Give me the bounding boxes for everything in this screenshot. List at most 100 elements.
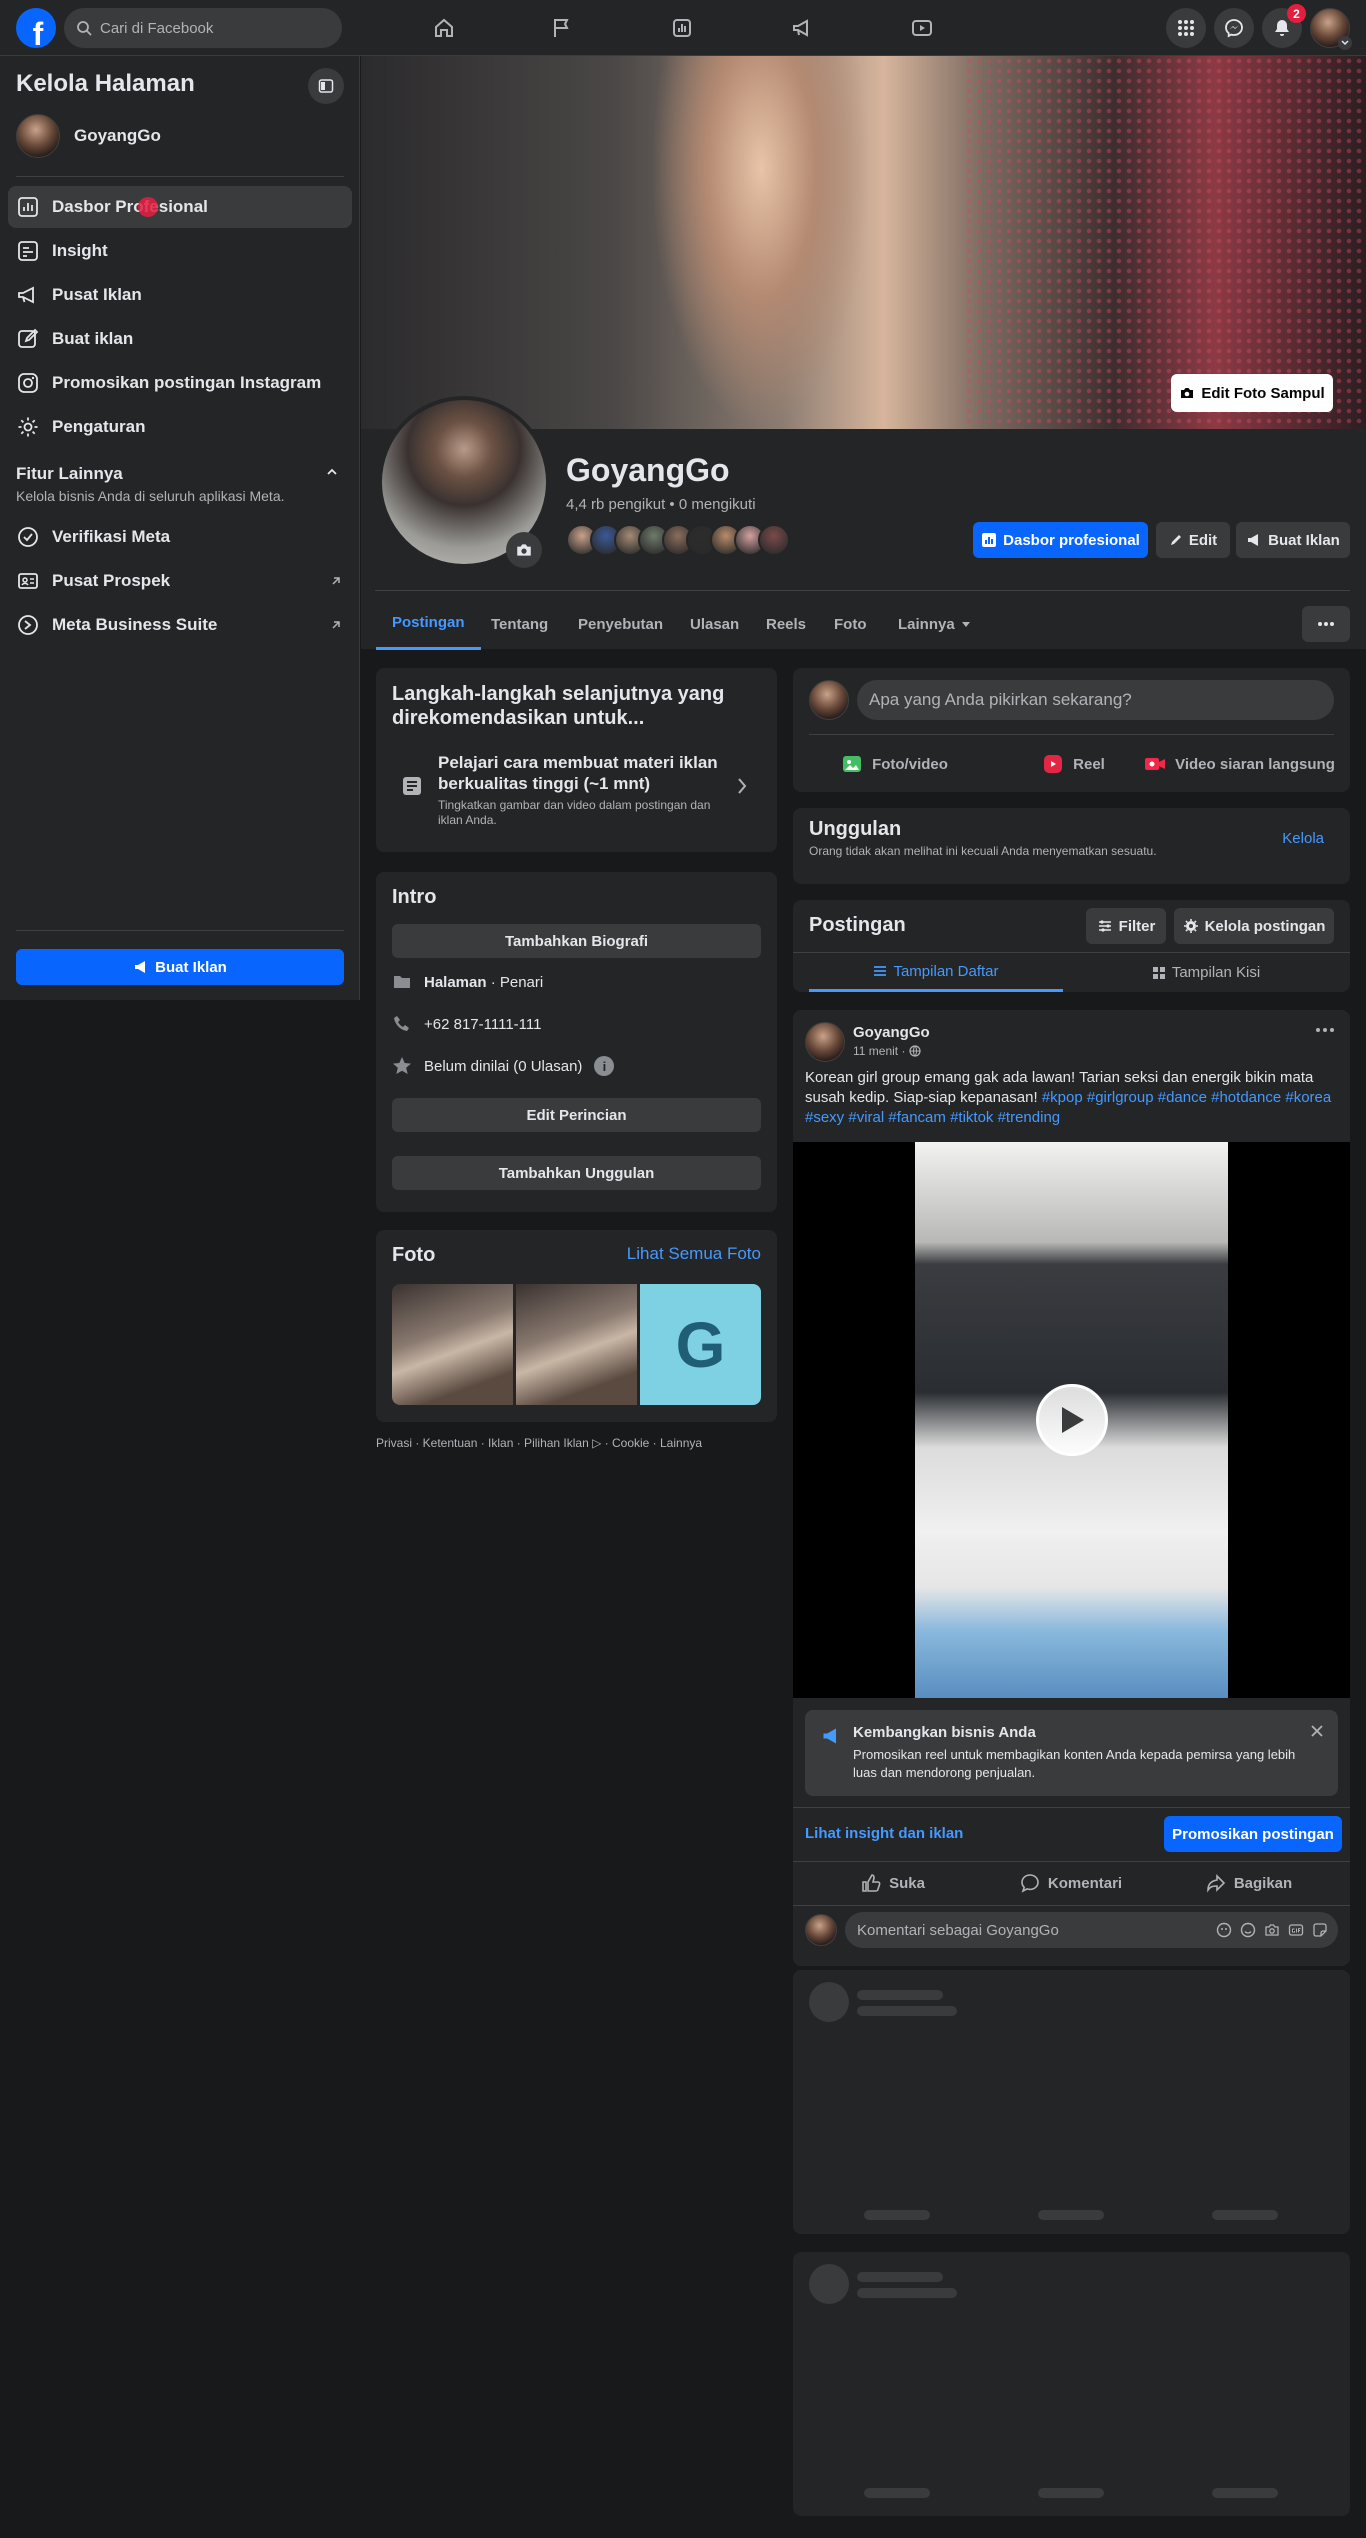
- edit-cover-photo-button[interactable]: Edit Foto Sampul: [1171, 374, 1333, 412]
- create-ad-profile-button[interactable]: Buat Iklan: [1236, 522, 1350, 558]
- photo-thumbnail[interactable]: G: [640, 1284, 761, 1405]
- sidebar-item-meta-verified[interactable]: Verifikasi Meta: [8, 516, 352, 558]
- add-bio-button[interactable]: Tambahkan Biografi: [392, 924, 761, 958]
- filter-button[interactable]: Filter: [1086, 908, 1166, 944]
- follower-avatars[interactable]: [566, 524, 790, 556]
- edit-page-button[interactable]: Edit: [1156, 522, 1230, 558]
- video-tab[interactable]: [870, 8, 974, 48]
- collapse-sidebar-button[interactable]: [308, 68, 344, 104]
- avatar-sticker-icon[interactable]: [1216, 1922, 1232, 1938]
- cover-photo: Edit Foto Sampul: [361, 56, 1366, 429]
- sidebar-item-promote-instagram[interactable]: Promosikan postingan Instagram: [8, 362, 352, 404]
- ads-tab[interactable]: [750, 8, 854, 48]
- featured-title: Unggulan: [809, 818, 902, 840]
- next-steps-item[interactable]: Pelajari cara membuat materi iklan berku…: [384, 748, 769, 838]
- more-features-title: Fitur Lainnya: [16, 464, 123, 483]
- tab-mentions[interactable]: Penyebutan: [562, 598, 679, 650]
- reel-button[interactable]: Reel: [993, 744, 1153, 784]
- play-button[interactable]: [1036, 1384, 1108, 1456]
- post-time[interactable]: 11 menit ·: [853, 1044, 905, 1058]
- loading-post-placeholder: [793, 1970, 1350, 2234]
- photos-card: Foto Lihat Semua Foto G: [376, 1230, 777, 1422]
- manage-posts-button[interactable]: Kelola postingan: [1174, 908, 1334, 944]
- sidebar-title: Kelola Halaman: [16, 70, 195, 97]
- sidebar-item-label: Pusat Prospek: [52, 571, 171, 590]
- gear-icon: [16, 415, 40, 439]
- sidebar-item-lead-center[interactable]: Pusat Prospek: [8, 560, 352, 602]
- sidebar-item-insight[interactable]: Insight: [8, 230, 352, 272]
- gif-icon[interactable]: [1288, 1922, 1304, 1938]
- photo-thumbnail[interactable]: [392, 1284, 513, 1405]
- info-icon[interactable]: i: [594, 1056, 615, 1076]
- sidebar-page-name: GoyangGo: [74, 126, 161, 145]
- facebook-logo[interactable]: f: [16, 8, 56, 48]
- account-menu-chevron-icon[interactable]: [1338, 36, 1352, 50]
- ellipsis-icon: [1318, 622, 1334, 626]
- camera-icon[interactable]: [1264, 1922, 1280, 1938]
- star-icon: [392, 1056, 412, 1076]
- change-profile-picture-button[interactable]: [506, 532, 542, 568]
- pages-tab[interactable]: [510, 8, 614, 48]
- see-all-photos-link[interactable]: Lihat Semua Foto: [627, 1244, 761, 1264]
- composer-avatar[interactable]: [809, 680, 849, 720]
- banner-description: Promosikan reel untuk membagikan konten …: [853, 1747, 1296, 1780]
- post-options-button[interactable]: [1316, 1028, 1334, 1032]
- photo-thumbnail[interactable]: [516, 1284, 637, 1405]
- sidebar-item-create-ad[interactable]: Buat iklan: [8, 318, 352, 360]
- tab-more[interactable]: Lainnya: [882, 598, 987, 650]
- grid-view-tab[interactable]: Tampilan Kisi: [1079, 953, 1333, 992]
- close-icon[interactable]: [1310, 1724, 1324, 1738]
- follower-stats[interactable]: 4,4 rb pengikut • 0 mengikuti: [566, 496, 756, 513]
- skeleton-line: [857, 2272, 943, 2282]
- list-view-tab[interactable]: Tampilan Daftar: [809, 953, 1063, 992]
- post-text: Korean girl group emang gak ada lawan! T…: [805, 1069, 1332, 1126]
- sidebar-item-settings[interactable]: Pengaturan: [8, 406, 352, 448]
- emoji-icon[interactable]: [1240, 1922, 1256, 1938]
- like-button[interactable]: Suka: [805, 1864, 981, 1902]
- sidebar-item-dashboard[interactable]: Dasbor Profesional: [8, 186, 352, 228]
- create-ad-button[interactable]: Buat Iklan: [16, 949, 344, 985]
- manage-featured-link[interactable]: Kelola: [1282, 830, 1324, 847]
- professional-dashboard-button[interactable]: Dasbor profesional: [973, 522, 1148, 558]
- external-link-icon: [330, 619, 342, 631]
- edit-details-button[interactable]: Edit Perincian: [392, 1098, 761, 1132]
- view-insights-link[interactable]: Lihat insight dan iklan: [805, 1825, 963, 1842]
- tab-posts[interactable]: Postingan: [376, 598, 481, 650]
- more-options-button[interactable]: [1302, 606, 1350, 642]
- promote-post-button[interactable]: Promosikan postingan: [1164, 1816, 1342, 1852]
- add-featured-button[interactable]: Tambahkan Unggulan: [392, 1156, 761, 1190]
- sidebar-item-business-suite[interactable]: Meta Business Suite: [8, 604, 352, 646]
- divider: [793, 1861, 1350, 1862]
- share-button[interactable]: Bagikan: [1161, 1864, 1337, 1902]
- search-input[interactable]: [100, 19, 320, 37]
- messenger-button[interactable]: [1214, 8, 1254, 48]
- search-box[interactable]: [64, 8, 342, 48]
- home-tab[interactable]: [392, 8, 496, 48]
- tab-about[interactable]: Tentang: [475, 598, 564, 650]
- sidebar-item-ads-center[interactable]: Pusat Iklan: [8, 274, 352, 316]
- comment-input[interactable]: Komentari sebagai GoyangGo: [845, 1912, 1338, 1948]
- tab-reels[interactable]: Reels: [750, 598, 822, 650]
- next-steps-card: Langkah-langkah selanjutnya yang direkom…: [376, 668, 777, 852]
- menu-button[interactable]: [1166, 8, 1206, 48]
- thumbs-up-icon: [861, 1873, 881, 1893]
- instagram-icon: [16, 371, 40, 395]
- live-video-button[interactable]: Video siaran langsung: [1139, 744, 1339, 784]
- sidebar-page-switcher[interactable]: GoyangGo: [16, 114, 161, 158]
- post-author[interactable]: GoyangGo: [853, 1024, 930, 1041]
- tab-reviews[interactable]: Ulasan: [674, 598, 755, 650]
- insights-tab[interactable]: [630, 8, 734, 48]
- footer-links[interactable]: Privasi · Ketentuan · Iklan · Pilihan Ik…: [376, 1436, 702, 1450]
- chevron-up-icon[interactable]: [326, 466, 338, 478]
- tab-photos[interactable]: Foto: [818, 598, 882, 650]
- divider: [809, 734, 1334, 735]
- post-author-avatar[interactable]: [805, 1022, 845, 1062]
- follower-avatar[interactable]: [758, 524, 790, 556]
- composer-input[interactable]: Apa yang Anda pikirkan sekarang?: [857, 680, 1334, 720]
- photo-video-button[interactable]: Foto/video: [809, 744, 979, 784]
- comment-button[interactable]: Komentari: [983, 1864, 1159, 1902]
- skeleton-line: [857, 2288, 957, 2298]
- sticker-icon[interactable]: [1312, 1922, 1328, 1938]
- video-player[interactable]: [793, 1142, 1350, 1698]
- notifications-button[interactable]: 2: [1262, 4, 1306, 48]
